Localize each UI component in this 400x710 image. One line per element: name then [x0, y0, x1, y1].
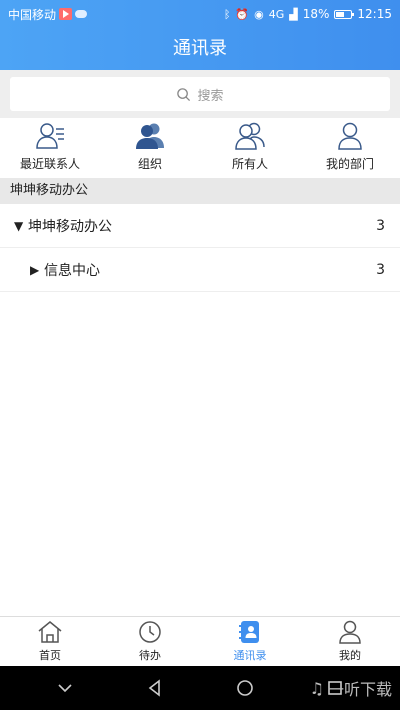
watermark-text: 一听下载 — [327, 680, 392, 699]
status-bar: 中国移动 ᛒ ⏰ ◉ 4G ▟ 18% 12:15 — [0, 0, 400, 28]
quick-all-people[interactable]: 所有人 — [200, 118, 300, 178]
quick-recent-contacts[interactable]: 最近联系人 — [0, 118, 100, 178]
clock-icon — [139, 621, 161, 643]
tab-profile[interactable]: 我的 — [300, 617, 400, 666]
chevron-down-icon[interactable] — [55, 678, 75, 698]
back-icon[interactable] — [145, 678, 165, 698]
eye-icon: ◉ — [254, 7, 264, 21]
tab-home[interactable]: 首页 — [0, 617, 100, 666]
signal-label: 4G — [268, 7, 285, 21]
search-area: 搜索 — [0, 70, 400, 118]
battery-percent: 18% — [302, 7, 330, 21]
quick-all-people-label: 所有人 — [231, 157, 268, 171]
tree-item-label: 信息中心 — [44, 262, 100, 279]
bluetooth-icon: ᛒ — [223, 7, 231, 21]
watermark: ♫ 一听下载 — [310, 676, 392, 700]
bottom-tab-bar: 首页 待办 通讯录 我的 — [0, 616, 400, 666]
org-tree: ▼ 坤坤移动办公 3 ▶ 信息中心 3 — [0, 204, 400, 292]
caret-right-icon: ▶ — [30, 262, 40, 277]
tab-todo[interactable]: 待办 — [100, 617, 200, 666]
contacts-book-icon — [239, 621, 259, 643]
tab-todo-label: 待办 — [139, 649, 161, 662]
alarm-icon: ⏰ — [235, 7, 250, 21]
clock-time: 12:15 — [357, 7, 392, 21]
organization-icon — [136, 123, 164, 149]
home-icon — [38, 621, 62, 643]
search-placeholder: 搜索 — [197, 88, 224, 104]
quick-my-department[interactable]: 我的部门 — [300, 118, 400, 178]
tree-item-count: 3 — [376, 217, 385, 234]
carrier-label: 中国移动 — [8, 7, 57, 22]
quick-recent-contacts-label: 最近联系人 — [19, 157, 80, 171]
home-circle-icon[interactable] — [235, 678, 255, 698]
tab-profile-label: 我的 — [339, 649, 361, 662]
profile-icon — [339, 620, 361, 644]
search-icon — [177, 87, 191, 101]
quick-organization[interactable]: 组织 — [100, 118, 200, 178]
recent-contacts-icon — [36, 123, 64, 149]
my-department-icon — [338, 122, 362, 150]
tab-contacts[interactable]: 通讯录 — [200, 617, 300, 666]
tree-item-count: 3 — [376, 261, 385, 278]
tab-home-label: 首页 — [39, 649, 61, 662]
section-header: 坤坤移动办公 — [0, 178, 400, 204]
tree-item-label: 坤坤移动办公 — [28, 218, 112, 235]
video-app-icon — [59, 8, 73, 20]
tree-item-root[interactable]: ▼ 坤坤移动办公 3 — [0, 204, 400, 248]
all-people-icon — [235, 122, 265, 150]
caret-down-icon: ▼ — [14, 218, 24, 233]
battery-icon — [334, 9, 355, 19]
quick-actions: 最近联系人 组织 所有人 我的部门 — [0, 118, 400, 178]
watermark-logo-icon: ♫ — [309, 678, 324, 698]
cloud-icon — [75, 10, 88, 18]
page-title: 通讯录 — [0, 28, 400, 70]
quick-organization-label: 组织 — [137, 157, 162, 171]
tree-item-info-center[interactable]: ▶ 信息中心 3 — [0, 248, 400, 292]
signal-icon: ▟ — [289, 7, 298, 21]
tab-contacts-label: 通讯录 — [233, 649, 267, 662]
quick-my-department-label: 我的部门 — [325, 157, 374, 171]
search-input[interactable]: 搜索 — [10, 77, 390, 111]
